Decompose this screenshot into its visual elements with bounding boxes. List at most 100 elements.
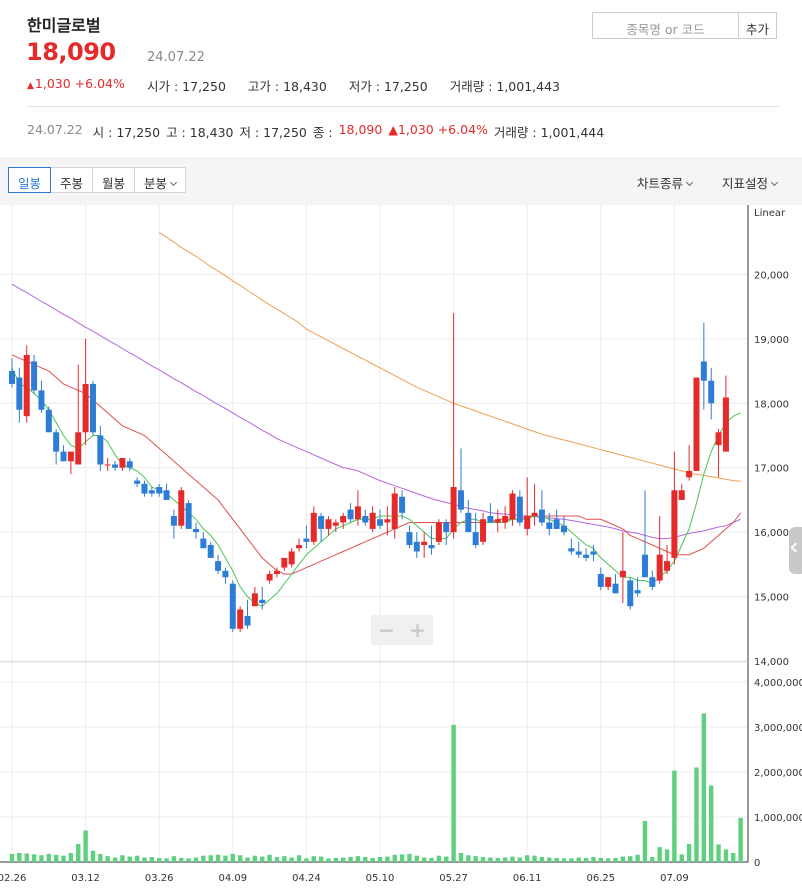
date-tick-label: 05.10 <box>366 873 395 884</box>
volume-bar <box>547 857 552 862</box>
volume-bar <box>466 855 471 862</box>
candle-body <box>134 480 141 484</box>
candle-body <box>627 580 634 607</box>
volume-bar <box>701 713 707 862</box>
volume-bar <box>193 857 199 862</box>
volume-bar <box>120 855 125 862</box>
quote-date: 24.07.22 <box>147 50 205 65</box>
candle-body <box>347 509 354 520</box>
price-tick-label: 14,000 <box>754 657 789 668</box>
candle-body <box>362 516 369 523</box>
volume-bar <box>510 856 515 862</box>
volume-bar <box>539 857 545 862</box>
candle-body <box>141 483 148 494</box>
summary-volume: 거래량 : 1,001,444 <box>493 125 605 140</box>
candle-body <box>450 487 457 533</box>
date-tick-label: 04.09 <box>218 873 247 884</box>
volume-bar <box>709 785 714 862</box>
low-price: 저가 : 17,250 <box>348 79 428 94</box>
volume-bar <box>591 857 596 862</box>
candle-body <box>538 509 545 523</box>
date-tick-label: 04.24 <box>292 873 321 884</box>
candle-body <box>9 371 15 384</box>
volume-bar <box>274 857 280 862</box>
candle-body <box>649 577 656 587</box>
volume-bar <box>598 857 603 862</box>
volume-bar <box>502 857 508 862</box>
volume-bar <box>569 858 574 862</box>
volume-bar <box>694 767 699 862</box>
volume-bar <box>414 855 419 862</box>
candle-body <box>715 432 722 446</box>
date-tick-label: 07.09 <box>660 873 689 884</box>
summary-date: 24.07.22 <box>27 122 83 137</box>
date-tick-label: 03.26 <box>145 873 174 884</box>
candle-body <box>215 561 222 571</box>
candle-body <box>38 390 45 410</box>
volume-bar <box>76 844 81 862</box>
volume-bar <box>473 856 478 862</box>
candle-body <box>119 458 126 468</box>
volume-bar <box>9 853 15 862</box>
chart-type-menu[interactable]: 차트종류 <box>637 173 694 192</box>
tab-monthly[interactable]: 월봉 <box>93 167 136 193</box>
price-tick-label: 20,000 <box>754 270 789 281</box>
tab-weekly[interactable]: 주봉 <box>51 167 94 193</box>
volume-bar <box>39 855 44 862</box>
candle-body <box>310 512 317 542</box>
volume-bar <box>517 857 523 862</box>
indicator-menu[interactable]: 지표설정 <box>722 173 779 192</box>
candle-body <box>421 541 428 546</box>
candle-body <box>67 451 74 462</box>
search-input[interactable]: 종목명 or 코드 <box>592 12 738 39</box>
candle-body <box>678 490 685 500</box>
price-chart[interactable]: 14,000 15,000 16,000 17,000 18,000 19,000 20,0… <box>0 205 802 892</box>
price-tick-label: 19,000 <box>754 335 789 346</box>
volume-bar <box>24 853 29 862</box>
tab-daily[interactable]: 일봉 <box>8 167 52 193</box>
chevron-down-icon <box>770 178 779 187</box>
candle-body <box>435 522 442 542</box>
add-button[interactable]: 추가 <box>738 12 777 39</box>
volume-bar <box>230 853 235 862</box>
volume-bar <box>613 857 618 862</box>
volume-bar <box>421 857 427 862</box>
volume-bar <box>731 853 736 862</box>
volume-bar <box>620 856 626 862</box>
volume-bar <box>53 854 59 862</box>
volume-bar <box>451 724 456 862</box>
candle-body <box>53 432 60 452</box>
zoom-out-button[interactable]: − <box>371 615 402 645</box>
candle-body <box>524 516 531 529</box>
ma120-line <box>158 232 741 482</box>
candle-body <box>561 525 567 533</box>
volume-bar <box>363 857 368 862</box>
candle-body <box>590 551 597 555</box>
date-tick-label: 06.11 <box>513 873 542 884</box>
volume-bar <box>723 849 729 862</box>
volume-bar <box>112 857 118 862</box>
side-panel-toggle[interactable] <box>789 527 802 574</box>
candle-body <box>332 522 339 526</box>
candle-body <box>377 519 383 526</box>
volume-bar <box>105 856 110 862</box>
candle-body <box>597 574 604 587</box>
candle-body <box>229 583 236 629</box>
volume-bar <box>208 855 213 862</box>
volume-bar <box>237 855 243 862</box>
volume-bar <box>583 857 589 862</box>
zoom-in-button[interactable]: + <box>402 615 433 645</box>
chevron-down-icon <box>685 178 694 187</box>
volume-bar <box>738 817 743 862</box>
indicator-label: 지표설정 <box>722 176 769 191</box>
volume-bar <box>289 857 294 862</box>
candle-body <box>472 532 479 546</box>
volume-bar <box>90 850 96 862</box>
volume-bar <box>215 854 221 862</box>
tab-minute[interactable]: 분봉 <box>135 167 187 193</box>
volume-bar <box>304 858 309 862</box>
volume-bar <box>311 856 316 862</box>
candle-body <box>612 583 619 594</box>
volume-bar <box>201 855 206 862</box>
summary-close: 18,090 <box>338 122 383 137</box>
